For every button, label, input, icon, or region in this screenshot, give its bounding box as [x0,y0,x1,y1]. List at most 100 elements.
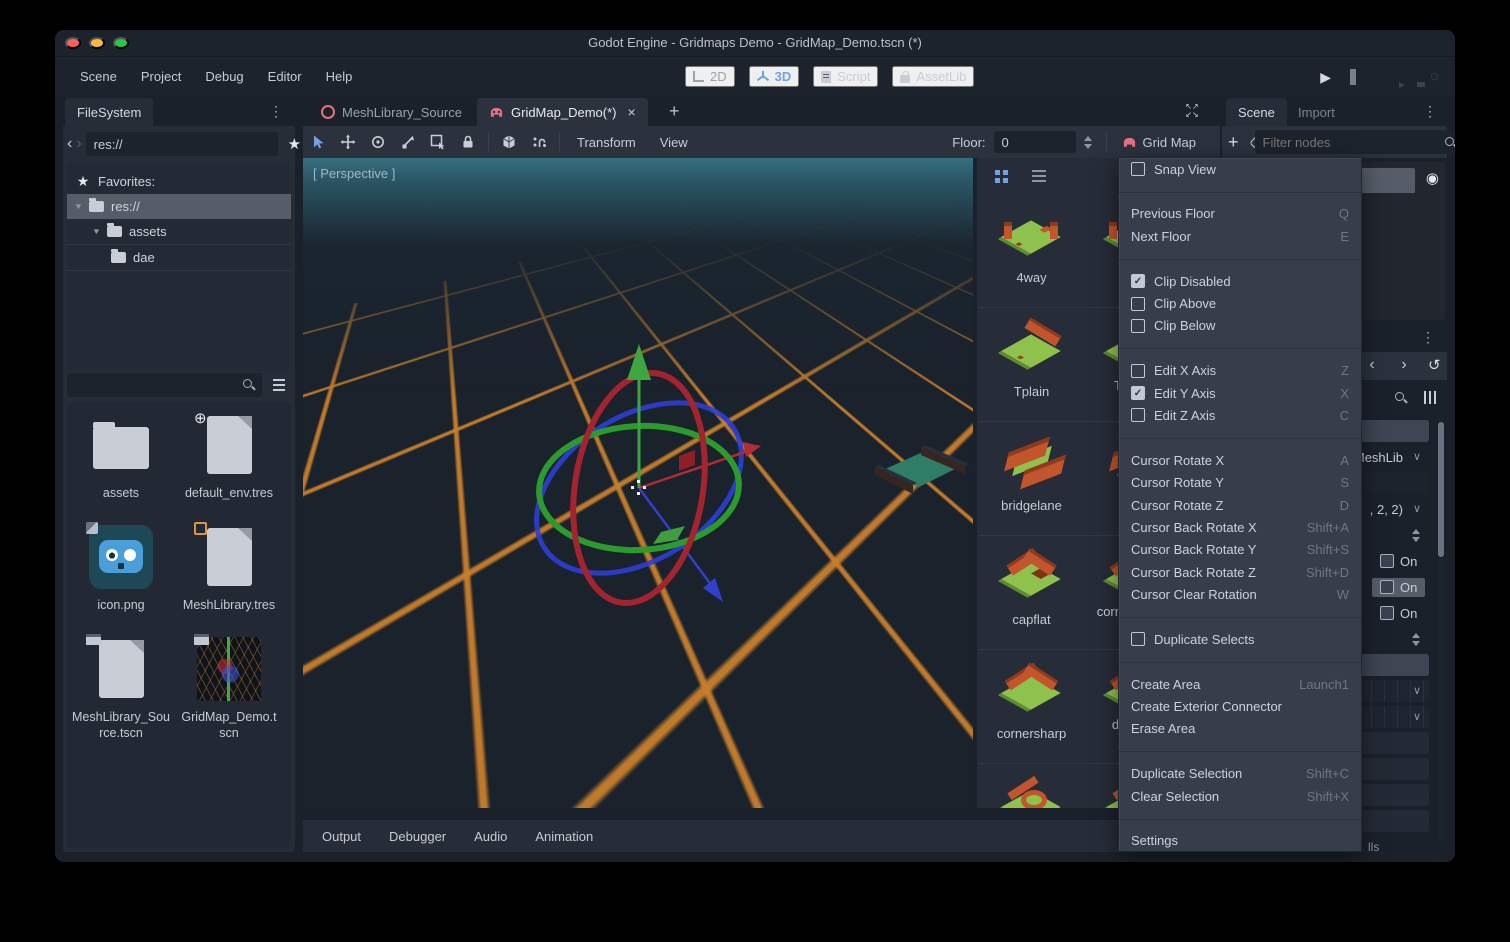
scene-tab-gridmap-demo[interactable]: GridMap_Demo(*) × [477,98,648,126]
checkbox[interactable] [1380,580,1394,594]
chevron-down-icon[interactable]: ∨ [1413,686,1421,697]
filter-nodes-input[interactable] [1255,130,1455,154]
distraction-free-icon[interactable]: ↖↗↙↘ [1183,103,1201,119]
minimize-window-button[interactable] [89,37,105,49]
visibility-eye-icon[interactable]: ◉ [1426,169,1439,187]
list-view-icon[interactable] [1029,166,1049,186]
transform-gizmo[interactable] [499,328,779,648]
bottom-panel-tab[interactable]: Output [309,822,374,851]
play-button[interactable]: ▶ [1318,67,1333,87]
bottom-panel-tab[interactable]: Debugger [376,822,459,851]
scrollbar-thumb[interactable] [1438,422,1444,557]
palette-item[interactable]: 4way [979,194,1084,308]
search-icon[interactable] [1394,391,1410,407]
menu-item[interactable]: Cursor Clear Rotation W [1119,583,1361,605]
stop-button[interactable] [1373,75,1377,79]
add-node-button[interactable]: + [1228,132,1239,153]
spinner-updown-icon[interactable] [1412,529,1421,542]
mode-2d-button[interactable]: 2D [685,66,735,87]
menu-item[interactable]: Cursor Rotate Y S [1119,471,1361,493]
history-back-button[interactable]: ‹ [1362,355,1382,375]
search-input[interactable] [67,373,262,397]
chevron-down-icon[interactable]: ▼ [92,228,109,236]
nav-forward-button[interactable]: › [76,134,81,154]
tree-row[interactable]: ▼ res:// [67,194,291,219]
file-item[interactable]: MeshLibrary_Source.tscn [67,637,175,749]
close-icon[interactable]: × [627,105,635,119]
spinner-updown-icon[interactable] [1412,633,1421,646]
mode-script-button[interactable]: Script [813,66,878,87]
menu-item[interactable]: Create Area Launch1 [1119,673,1361,695]
path-field[interactable] [86,132,278,156]
history-forward-button[interactable]: › [1394,355,1414,375]
dock-menu-icon[interactable]: ⋮ [263,102,289,121]
menu-button[interactable]: Debug [194,64,254,89]
play-scene-button[interactable] [1392,75,1396,79]
dock-splitter-icon[interactable]: ⋮ [1415,328,1441,347]
menu-item[interactable]: Duplicate Selects [1119,628,1361,650]
tab-filesystem[interactable]: FileSystem [65,98,153,126]
menu-item[interactable]: Create Exterior Connector [1119,695,1361,717]
file-item[interactable]: default_env.tres [175,413,283,525]
palette-item[interactable]: cornersharp [979,650,1084,764]
file-list-display-toggle[interactable] [267,373,291,397]
menu-item[interactable]: Previous Floor Q [1119,203,1361,225]
palette-item[interactable]: Tplain [979,308,1084,422]
gridmap-menu-button[interactable]: Grid Map [1112,131,1206,154]
bottom-panel-tab[interactable]: Animation [522,822,606,851]
menu-item[interactable]: Clear Selection Shift+X [1119,785,1361,807]
menu-item[interactable]: Clip Disabled [1119,270,1361,292]
inspector-tools-icon[interactable] [1424,391,1436,404]
tab-scene[interactable]: Scene [1226,98,1287,126]
palette-item[interactable]: bridgelane [979,422,1084,536]
perspective-label[interactable]: [ Perspective ] [313,166,395,181]
menu-item[interactable]: Edit X Axis Z [1119,360,1361,382]
file-item[interactable]: assets [67,413,175,525]
file-item[interactable]: MeshLibrary.tres [175,525,283,637]
menu-item[interactable]: Next Floor E [1119,225,1361,247]
tree-row[interactable]: dae [67,245,291,271]
menu-button[interactable]: Scene [69,64,128,89]
inspector-scrollbar[interactable] [1438,418,1444,844]
palette-item[interactable] [979,764,1084,808]
chevron-down-icon[interactable]: ∨ [1413,712,1421,723]
chevron-down-icon[interactable]: ∨ [1413,452,1421,463]
menu-button[interactable]: Help [315,64,364,89]
menu-item[interactable]: Cursor Rotate X A [1119,449,1361,471]
pause-button[interactable] [1348,67,1358,87]
history-icon[interactable]: ↺ [1422,355,1447,375]
menu-item[interactable]: Erase Area [1119,718,1361,740]
menu-item[interactable]: Settings [1119,830,1361,852]
spinner-updown-icon[interactable] [1084,136,1093,149]
select-tool-button[interactable] [303,129,333,155]
list-select-tool-button[interactable] [423,129,453,155]
menu-item[interactable]: Cursor Back Rotate X Shift+A [1119,516,1361,538]
mode-assetlib-button[interactable]: AssetLib [892,66,974,87]
scene-tab-meshlibrary-source[interactable]: MeshLibrary_Source [309,98,474,126]
skeleton-tool-button[interactable] [524,129,554,155]
tree-row[interactable]: Favorites: [67,169,291,194]
new-scene-tab-button[interactable]: + [663,100,686,123]
menu-item[interactable]: Clip Above [1119,292,1361,314]
thumbnail-view-icon[interactable] [991,166,1011,186]
scale-tool-button[interactable] [393,129,423,155]
menu-item[interactable]: Duplicate Selection Shift+C [1119,763,1361,785]
tree-row[interactable]: ▼ assets [67,219,291,245]
palette-item[interactable]: capflat [979,536,1084,650]
transform-menu-button[interactable]: Transform [565,131,648,154]
checkbox[interactable] [1380,606,1394,620]
dock-menu-icon[interactable]: ⋮ [1417,102,1443,121]
menu-item[interactable]: Cursor Back Rotate Y Shift+S [1119,539,1361,561]
menu-button[interactable]: Editor [257,64,313,89]
3d-viewport[interactable]: [ Perspective ] [303,158,973,808]
tab-import[interactable]: Import [1286,98,1347,126]
view-menu-button[interactable]: View [648,131,700,154]
file-item[interactable]: GridMap_Demo.tscn [175,637,283,749]
chevron-down-icon[interactable]: ▼ [74,203,91,211]
menu-item[interactable]: Cursor Rotate Z D [1119,494,1361,516]
mode-3d-button[interactable]: 3D [749,66,800,87]
menu-item[interactable]: Cursor Back Rotate Z Shift+D [1119,561,1361,583]
play-custom-scene-button[interactable] [1411,75,1415,79]
menu-button[interactable]: Project [130,64,192,89]
group-tool-button[interactable] [494,129,524,155]
